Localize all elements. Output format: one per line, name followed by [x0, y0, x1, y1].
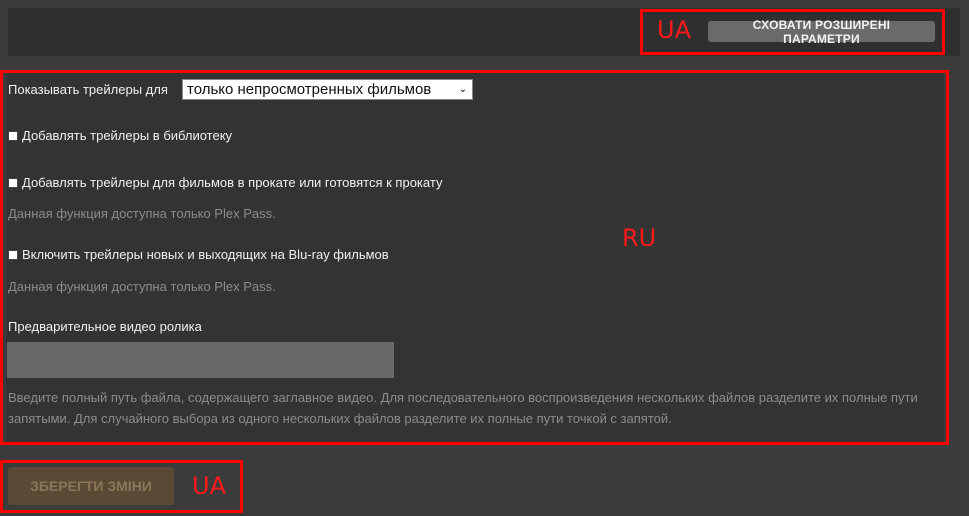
- preroll-description: Введите полный путь файла, содержащего з…: [8, 390, 918, 426]
- add-to-library-label: Добавлять трейлеры в библиотеку: [22, 128, 233, 143]
- bluray-label: Включить трейлеры новых и выходящих на B…: [22, 247, 389, 262]
- add-in-theaters-label: Добавлять трейлеры для фильмов в прокате…: [22, 175, 443, 190]
- show-trailers-label: Показывать трейлеры для: [8, 82, 168, 97]
- annotation-label-ru: RU: [622, 224, 657, 252]
- bluray-row[interactable]: Включить трейлеры новых и выходящих на B…: [8, 247, 389, 262]
- hide-advanced-button[interactable]: СХОВАТИ РОЗШИРЕНІ ПАРАМЕТРИ: [708, 18, 935, 46]
- plex-pass-note-1: Данная функция доступна только Plex Pass…: [8, 206, 276, 221]
- preroll-label: Предварительное видео ролика: [8, 319, 202, 334]
- show-trailers-selected: только непросмотренных фильмов: [187, 81, 432, 98]
- annotation-label-ua-footer: UA: [192, 472, 226, 500]
- annotation-label-ua-header: UA: [657, 16, 691, 44]
- add-in-theaters-checkbox[interactable]: [8, 178, 18, 188]
- preroll-input[interactable]: [7, 342, 394, 378]
- add-to-library-row[interactable]: Добавлять трейлеры в библиотеку: [8, 128, 232, 143]
- add-to-library-checkbox[interactable]: [8, 131, 18, 141]
- bluray-checkbox[interactable]: [8, 250, 18, 260]
- show-trailers-select[interactable]: только непросмотренных фильмов ⌄: [182, 79, 473, 100]
- save-changes-button[interactable]: ЗБЕРЕГТИ ЗМІНИ: [8, 467, 174, 505]
- chevron-down-icon: ⌄: [458, 84, 467, 95]
- plex-pass-note-2: Данная функция доступна только Plex Pass…: [8, 279, 276, 294]
- add-in-theaters-row[interactable]: Добавлять трейлеры для фильмов в прокате…: [8, 175, 442, 190]
